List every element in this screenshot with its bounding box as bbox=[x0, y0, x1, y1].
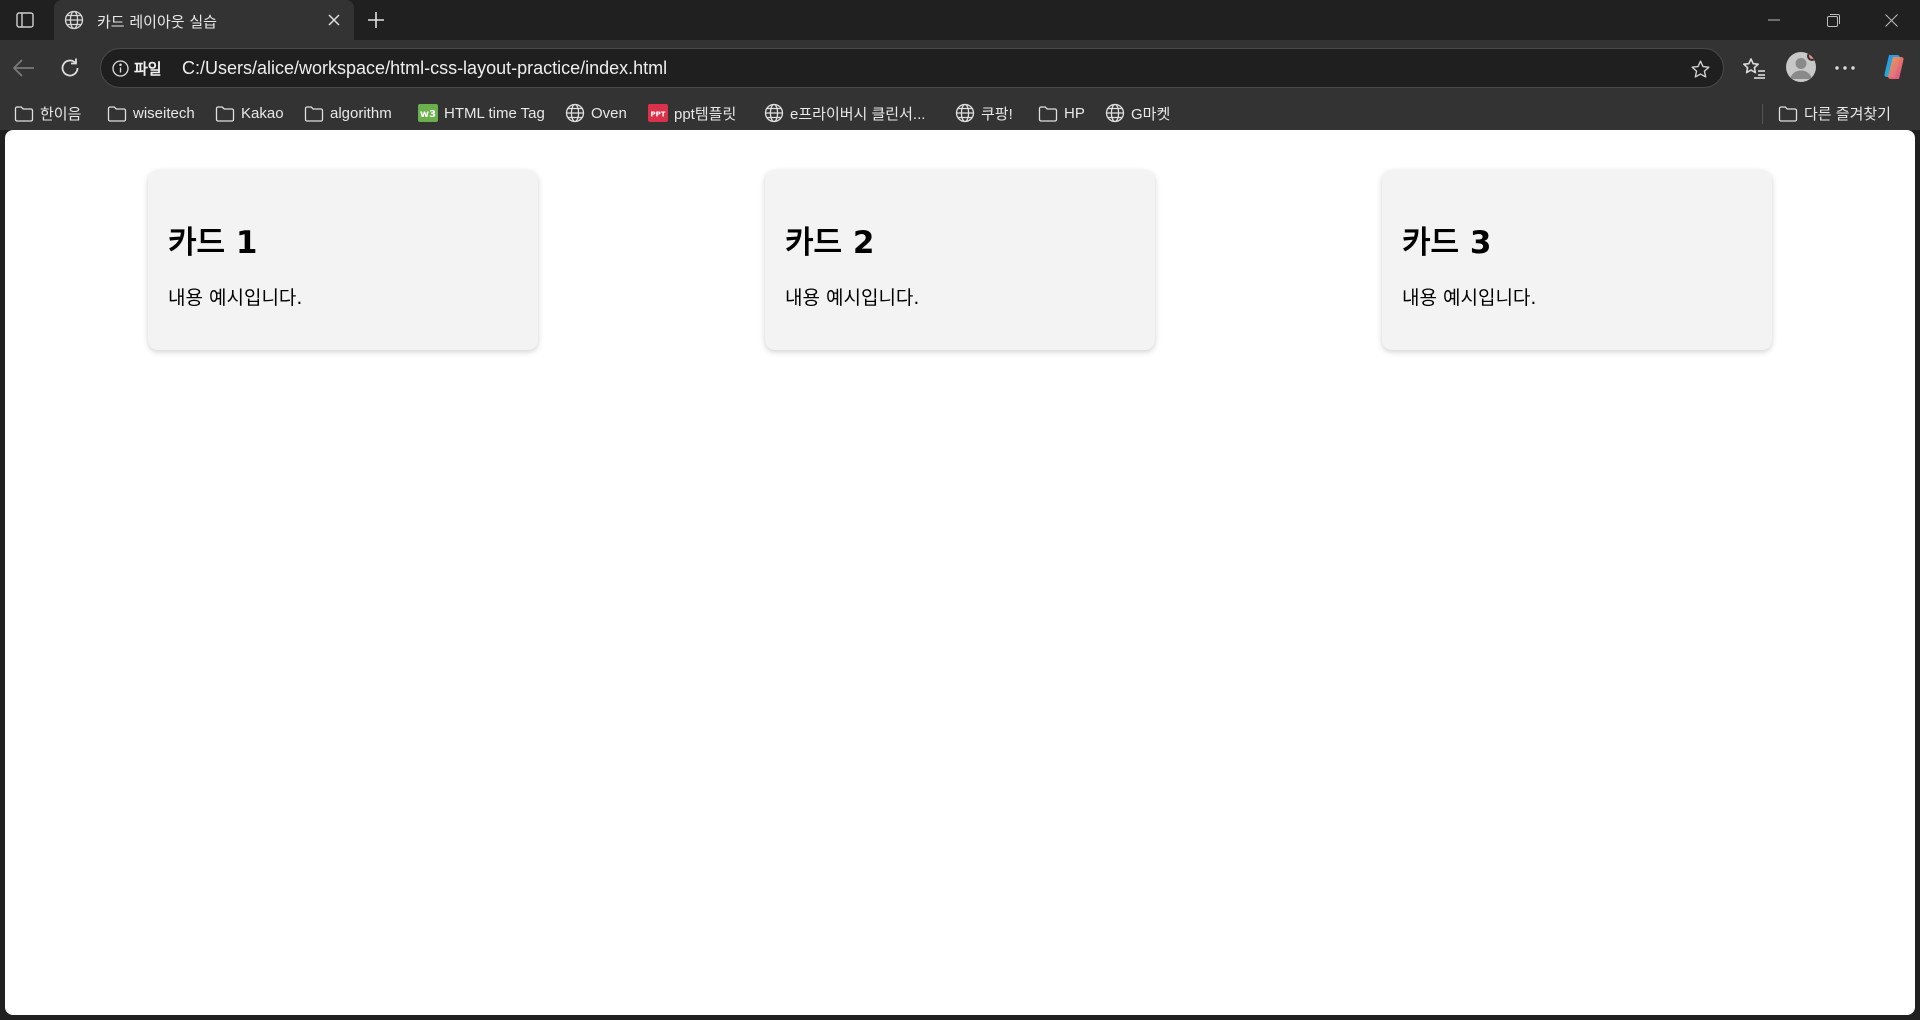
other-bookmarks[interactable]: 다른 즐겨찾기 bbox=[1778, 101, 1891, 125]
bookmark-item[interactable]: PPT ppt템플릿 bbox=[648, 101, 736, 125]
globe-icon bbox=[764, 103, 784, 123]
bookmark-label: e프라이버시 클린서... bbox=[790, 105, 926, 123]
bookmarks-bar: 한이음 wiseitech Kakao algorithm w3 HTML ti… bbox=[0, 96, 1920, 130]
folder-icon bbox=[1778, 103, 1798, 123]
bookmark-item[interactable]: Oven bbox=[565, 101, 627, 125]
ppt-favicon: PPT bbox=[648, 103, 668, 123]
bookmark-item[interactable]: algorithm bbox=[304, 101, 392, 125]
card-body: 내용 예시입니다. bbox=[168, 287, 303, 309]
notification-dot bbox=[1807, 52, 1816, 61]
card-title: 카드 2 bbox=[785, 225, 875, 261]
globe-icon bbox=[565, 103, 585, 123]
address-bar[interactable]: 파일 C:/Users/alice/workspace/html-css-lay… bbox=[100, 48, 1724, 88]
tab-title: 카드 레이아웃 실습 bbox=[97, 13, 217, 31]
folder-icon bbox=[1038, 103, 1058, 123]
browser-toolbar: 파일 C:/Users/alice/workspace/html-css-lay… bbox=[0, 40, 1920, 96]
bookmark-label: HTML time Tag bbox=[444, 104, 545, 122]
favorite-star-icon[interactable] bbox=[1689, 58, 1711, 80]
sidebar-toggle-icon[interactable] bbox=[12, 8, 38, 32]
bookmark-label: algorithm bbox=[330, 104, 392, 122]
bookmark-item[interactable]: HP bbox=[1038, 101, 1085, 125]
card-3: 카드 3 내용 예시입니다. bbox=[1382, 170, 1772, 350]
info-icon[interactable] bbox=[111, 59, 129, 77]
card-title: 카드 1 bbox=[168, 225, 258, 261]
bookmark-label: G마켓 bbox=[1131, 105, 1171, 123]
bookmark-label: Oven bbox=[591, 104, 627, 122]
bookmark-label: wiseitech bbox=[133, 104, 195, 122]
tab-strip: 카드 레이아웃 실습 bbox=[0, 0, 1920, 40]
folder-icon bbox=[215, 103, 235, 123]
bookmark-label: ppt템플릿 bbox=[674, 105, 737, 123]
restore-icon[interactable] bbox=[1817, 6, 1849, 34]
copilot-icon[interactable] bbox=[1880, 53, 1908, 81]
globe-icon bbox=[1105, 103, 1125, 123]
card-title: 카드 3 bbox=[1402, 225, 1492, 261]
bookmark-label: 한이음 bbox=[40, 105, 82, 123]
bookmark-label: HP bbox=[1064, 104, 1085, 122]
favorites-list-icon[interactable] bbox=[1738, 52, 1770, 84]
new-tab-icon[interactable] bbox=[364, 8, 388, 32]
page-viewport: 카드 1 내용 예시입니다. 카드 2 내용 예시입니다. 카드 3 내용 예시… bbox=[5, 130, 1915, 1015]
url-text[interactable]: C:/Users/alice/workspace/html-css-layout… bbox=[182, 58, 667, 79]
file-scheme-chip[interactable]: 파일 bbox=[134, 58, 162, 79]
folder-icon bbox=[304, 103, 324, 123]
bookmark-item[interactable]: 한이음 bbox=[14, 101, 81, 125]
back-arrow-icon[interactable] bbox=[8, 52, 40, 84]
card-1: 카드 1 내용 예시입니다. bbox=[148, 170, 538, 350]
close-tab-icon[interactable] bbox=[324, 10, 344, 30]
card-body: 내용 예시입니다. bbox=[1402, 287, 1537, 309]
bookmark-item[interactable]: 쿠팡! bbox=[955, 101, 1013, 125]
other-bookmarks-label: 다른 즐겨찾기 bbox=[1804, 105, 1891, 123]
card-body: 내용 예시입니다. bbox=[785, 287, 920, 309]
bookmark-item[interactable]: e프라이버시 클린서... bbox=[764, 101, 925, 125]
bookmark-label: 쿠팡! bbox=[981, 105, 1013, 123]
svg-text:w3: w3 bbox=[420, 109, 436, 120]
bookmark-item[interactable]: w3 HTML time Tag bbox=[418, 101, 545, 125]
bookmarks-divider bbox=[1762, 104, 1763, 124]
refresh-icon[interactable] bbox=[54, 52, 86, 84]
card-2: 카드 2 내용 예시입니다. bbox=[765, 170, 1155, 350]
bookmark-label: Kakao bbox=[241, 104, 284, 122]
bookmark-item[interactable]: Kakao bbox=[215, 101, 284, 125]
globe-icon bbox=[63, 9, 85, 31]
globe-icon bbox=[955, 103, 975, 123]
close-window-icon[interactable] bbox=[1875, 6, 1907, 34]
bookmark-item[interactable]: G마켓 bbox=[1105, 101, 1170, 125]
bookmark-item[interactable]: wiseitech bbox=[107, 101, 195, 125]
active-tab[interactable]: 카드 레이아웃 실습 bbox=[54, 0, 354, 40]
more-menu-icon[interactable] bbox=[1829, 52, 1861, 84]
folder-icon bbox=[107, 103, 127, 123]
folder-icon bbox=[14, 103, 34, 123]
minimize-icon[interactable] bbox=[1758, 6, 1790, 34]
profile-avatar[interactable] bbox=[1786, 52, 1816, 82]
svg-text:PPT: PPT bbox=[650, 111, 665, 119]
w3-favicon: w3 bbox=[418, 103, 438, 123]
